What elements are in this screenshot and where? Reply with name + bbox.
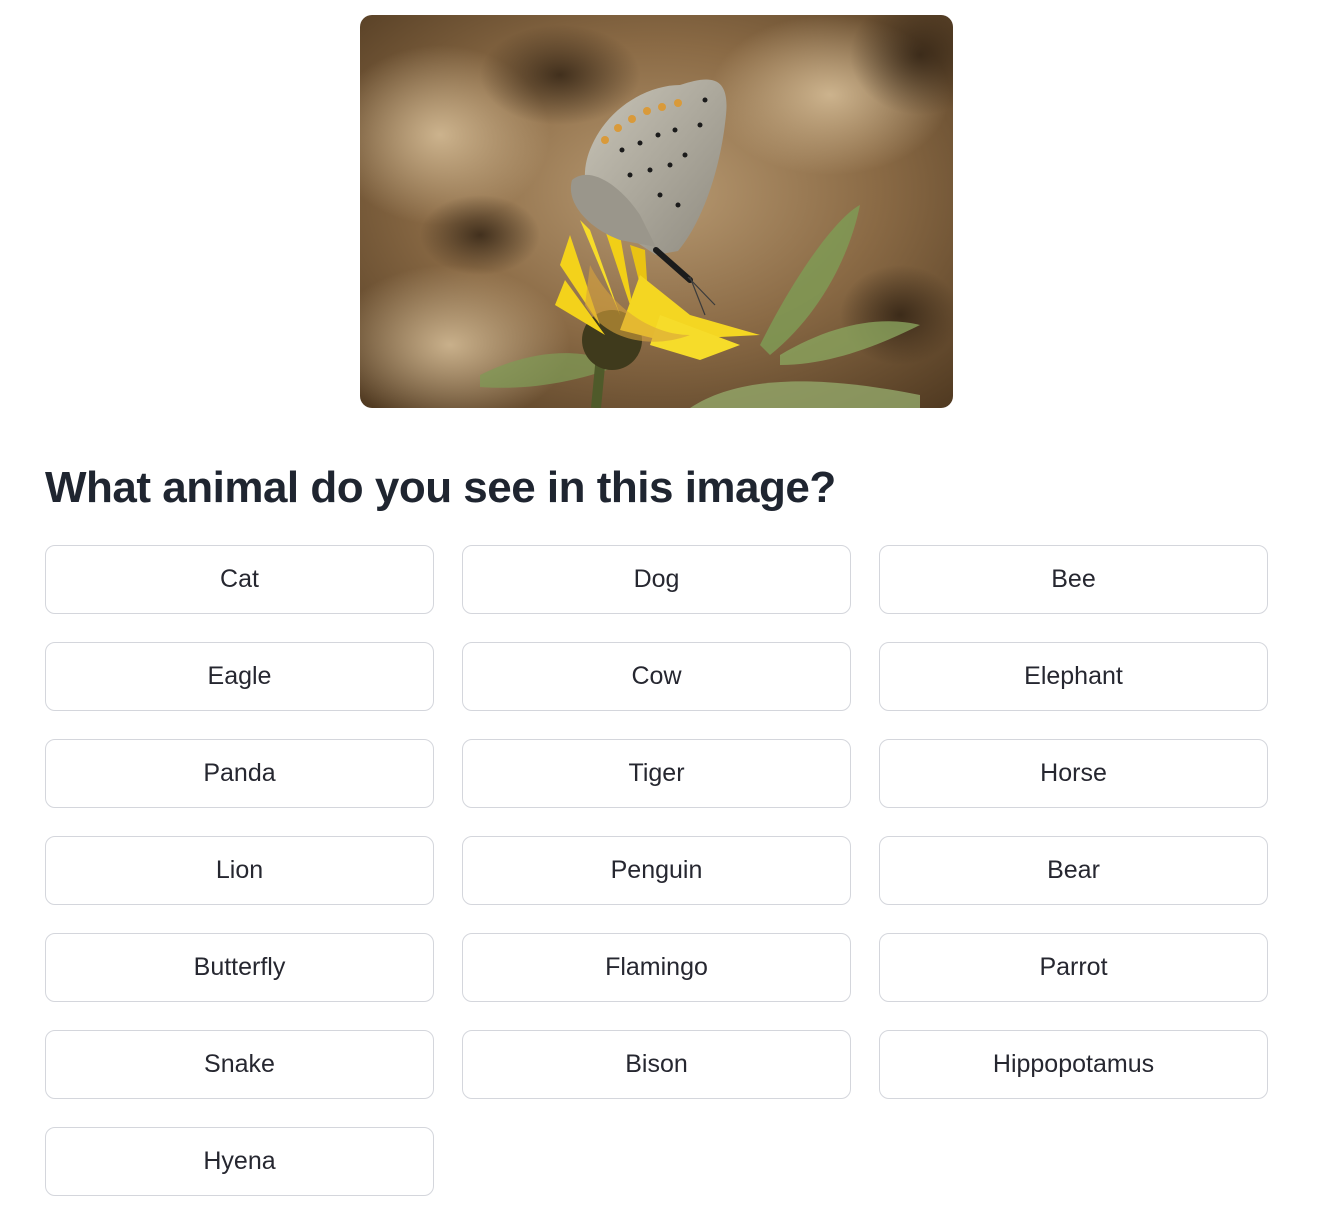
option-flamingo-button[interactable]: Flamingo	[462, 933, 851, 1002]
option-bee-button[interactable]: Bee	[879, 545, 1268, 614]
option-dog-button[interactable]: Dog	[462, 545, 851, 614]
option-cat-button[interactable]: Cat	[45, 545, 434, 614]
option-eagle-button[interactable]: Eagle	[45, 642, 434, 711]
option-lion-button[interactable]: Lion	[45, 836, 434, 905]
option-hyena-button[interactable]: Hyena	[45, 1127, 434, 1196]
option-horse-button[interactable]: Horse	[879, 739, 1268, 808]
option-panda-button[interactable]: Panda	[45, 739, 434, 808]
answer-options: Cat Dog Bee Eagle Cow Elephant Panda Tig…	[45, 545, 1268, 1196]
option-penguin-button[interactable]: Penguin	[462, 836, 851, 905]
option-bear-button[interactable]: Bear	[879, 836, 1268, 905]
option-butterfly-button[interactable]: Butterfly	[45, 933, 434, 1002]
option-tiger-button[interactable]: Tiger	[462, 739, 851, 808]
quiz-image	[360, 15, 953, 408]
question-heading: What animal do you see in this image?	[45, 463, 836, 512]
option-cow-button[interactable]: Cow	[462, 642, 851, 711]
option-snake-button[interactable]: Snake	[45, 1030, 434, 1099]
option-bison-button[interactable]: Bison	[462, 1030, 851, 1099]
option-hippopotamus-button[interactable]: Hippopotamus	[879, 1030, 1268, 1099]
option-elephant-button[interactable]: Elephant	[879, 642, 1268, 711]
option-parrot-button[interactable]: Parrot	[879, 933, 1268, 1002]
butterfly-photo	[360, 15, 953, 408]
